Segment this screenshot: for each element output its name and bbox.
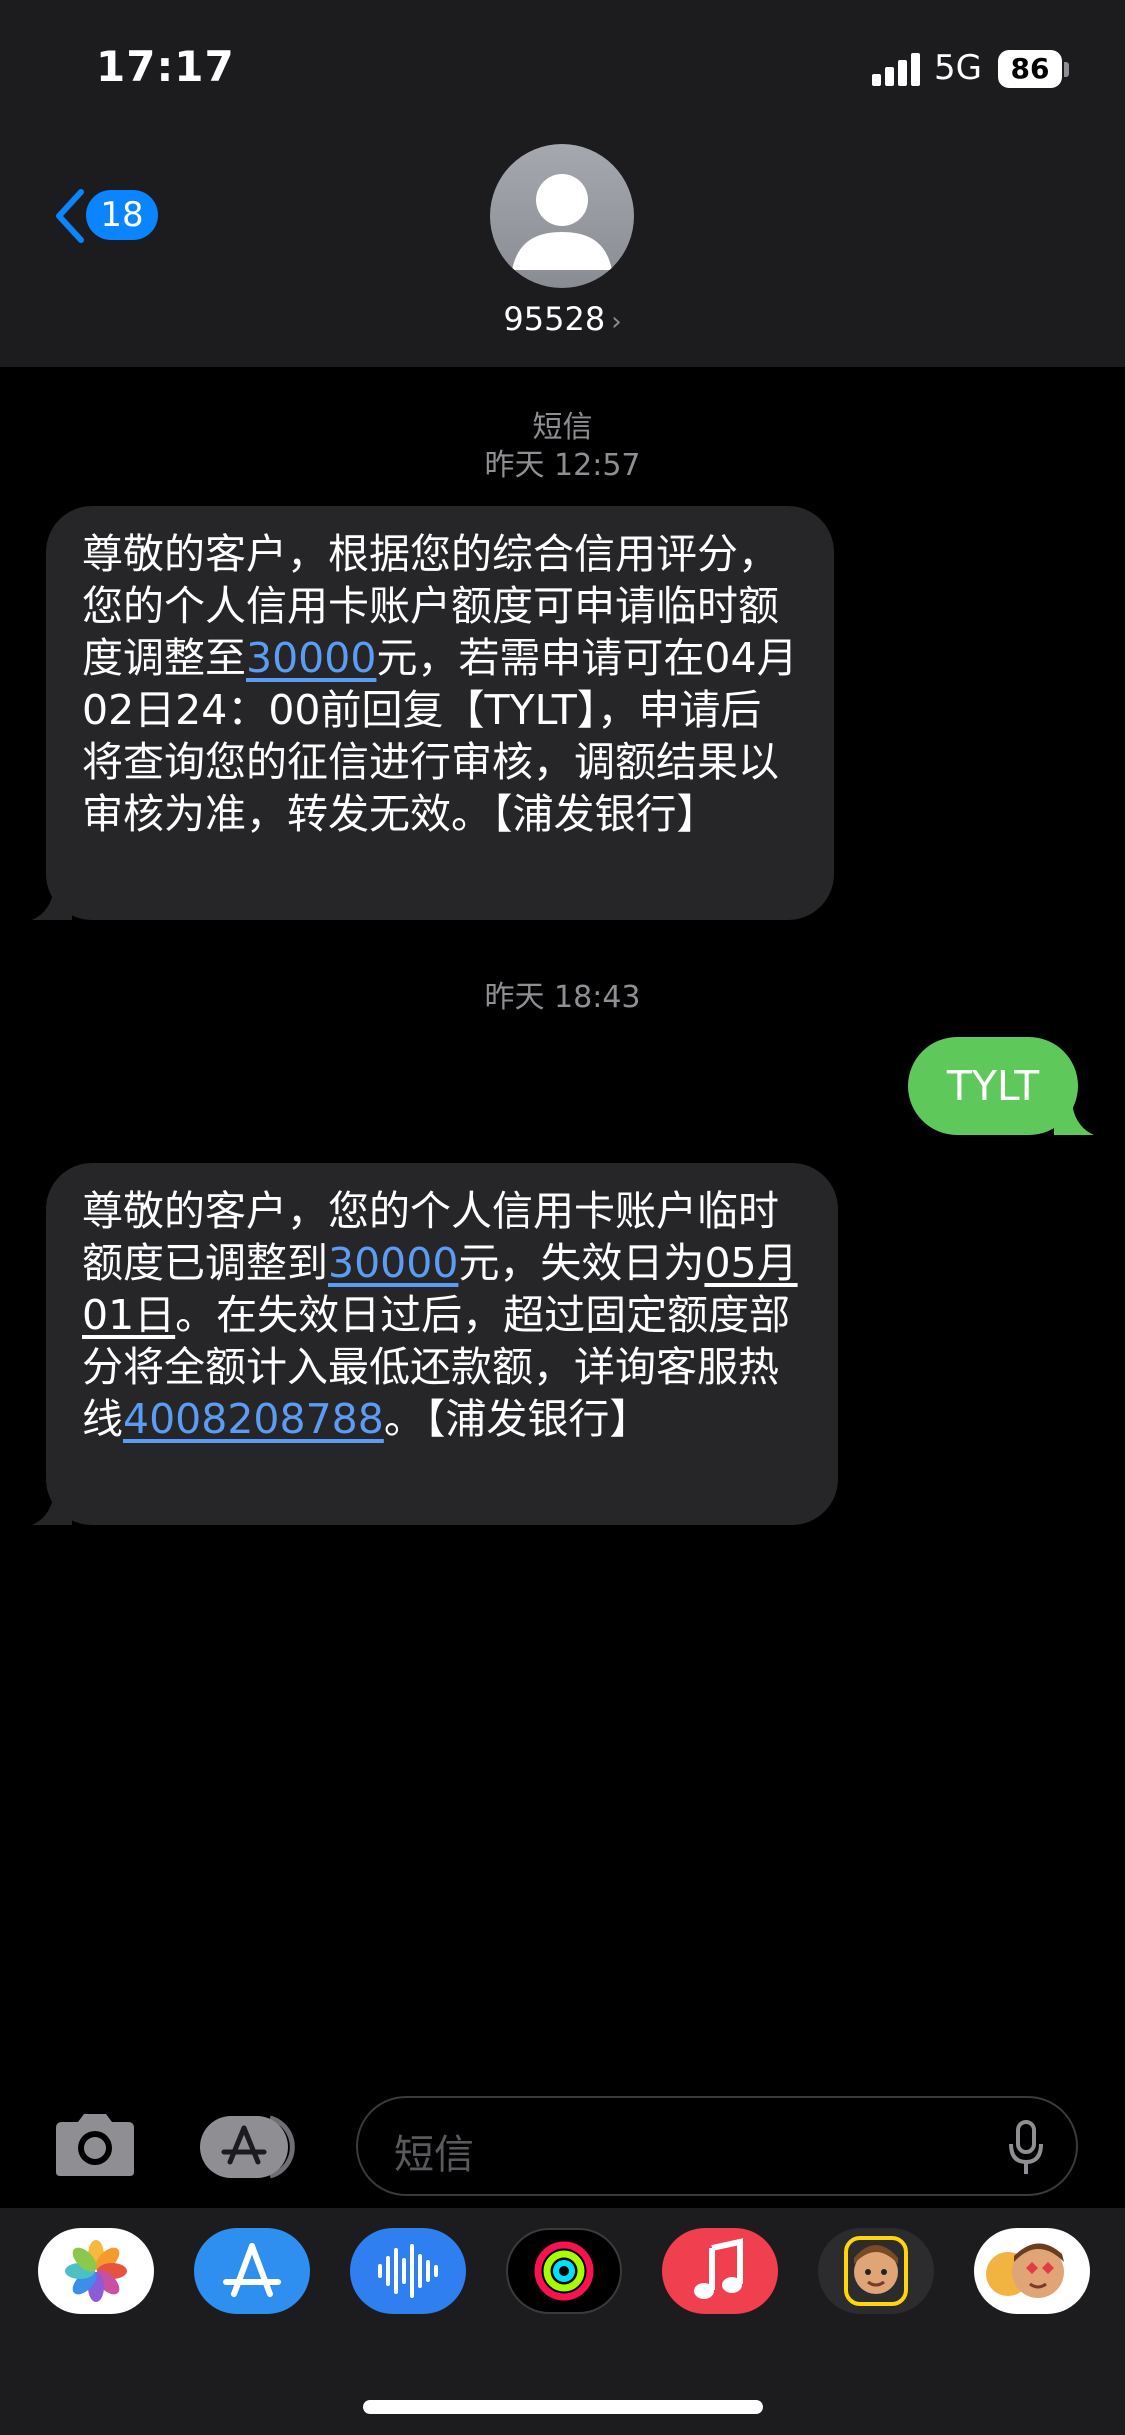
timestamp: 昨天 18:43 [484, 980, 641, 1015]
photos-icon [65, 2240, 127, 2302]
amount-link[interactable]: 30000 [328, 1239, 458, 1287]
battery-icon: 86 [998, 50, 1062, 88]
camera-icon [56, 2114, 134, 2176]
bubble-tail [32, 884, 72, 920]
message-input[interactable]: 短信 [356, 2096, 1078, 2196]
chevron-right-icon: › [611, 307, 622, 337]
timestamp: 昨天 12:57 [484, 448, 641, 483]
fitness-icon [534, 2241, 594, 2301]
chevron-left-icon [56, 189, 84, 243]
network-type: 5G [934, 48, 982, 88]
conversation-header: 17:17 5G 86 18 95528 › [0, 0, 1125, 367]
animoji-icon [986, 2243, 1064, 2298]
person-icon [512, 174, 612, 270]
animoji-app-button[interactable] [974, 2228, 1090, 2314]
bubble-tail [32, 1489, 72, 1525]
apps-button[interactable] [200, 2114, 306, 2180]
battery-tip [1064, 62, 1069, 77]
music-note-icon [694, 2238, 743, 2299]
fitness-app-button[interactable] [506, 2228, 622, 2314]
photos-app-button[interactable] [38, 2228, 154, 2314]
app-store-app-button[interactable] [194, 2228, 310, 2314]
contact-avatar[interactable] [490, 144, 634, 288]
audio-messages-icon [378, 2244, 438, 2298]
contact-name: 95528 [503, 300, 606, 338]
amount-link[interactable]: 30000 [246, 634, 376, 682]
message-input-placeholder: 短信 [394, 2132, 474, 2178]
microphone-icon[interactable] [1006, 2120, 1046, 2176]
outgoing-message[interactable]: TYLT [908, 1037, 1094, 1135]
bubble-tail [1054, 1099, 1094, 1135]
music-app-button[interactable] [662, 2228, 778, 2314]
phone-link[interactable]: 4008208788 [123, 1395, 384, 1443]
app-store-icon [223, 2243, 281, 2297]
incoming-message[interactable]: 尊敬的客户，您的个人信用卡账户临时额度已调整到30000元，失效日为05月01日… [32, 1163, 838, 1525]
contact-name-button[interactable]: 95528 › [0, 300, 1125, 338]
status-time: 17:17 [96, 42, 235, 91]
app-store-icon [200, 2115, 295, 2179]
camera-button[interactable] [50, 2110, 140, 2180]
memoji-app-button[interactable] [818, 2228, 934, 2314]
back-button[interactable]: 18 [44, 182, 164, 252]
message-text: 。【浦发银行】 [383, 1395, 651, 1443]
home-indicator[interactable] [363, 2400, 763, 2414]
message-text: TYLT [946, 1062, 1040, 1110]
audio-app-button[interactable] [350, 2228, 466, 2314]
message-text: 元，失效日为 [458, 1239, 705, 1287]
incoming-message[interactable]: 尊敬的客户，根据您的综合信用评分，您的个人信用卡账户额度可申请临时额度调整至30… [32, 506, 834, 920]
memoji-icon [844, 2236, 908, 2306]
cellular-signal-icon [872, 52, 920, 86]
compose-bar: 短信 [0, 2080, 1125, 2210]
imessage-app-drawer [0, 2208, 1125, 2435]
unread-count-badge: 18 [86, 190, 158, 240]
